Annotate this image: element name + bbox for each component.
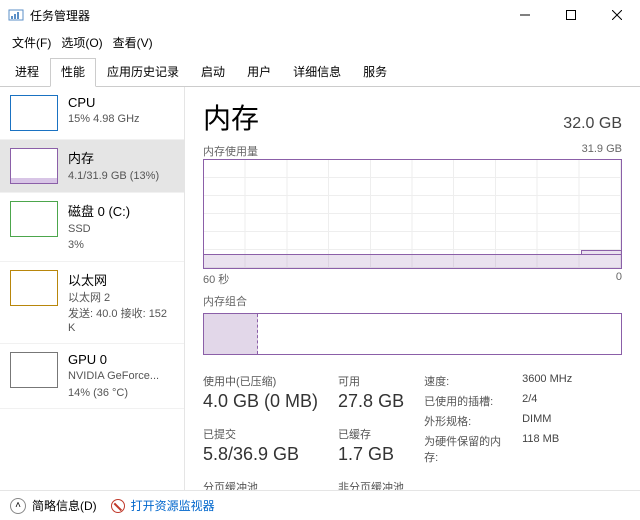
minimize-button[interactable]	[502, 0, 548, 30]
composition-label: 内存组合	[203, 293, 247, 309]
menu-file[interactable]: 文件(F)	[8, 32, 55, 53]
available-label: 可用	[338, 373, 404, 389]
tab-performance[interactable]: 性能	[50, 58, 96, 87]
memory-sub: 4.1/31.9 GB (13%)	[68, 169, 159, 183]
in-use-label: 使用中(已压缩)	[203, 373, 318, 389]
usage-max: 31.9 GB	[582, 143, 622, 159]
gpu-name: GPU 0	[68, 352, 159, 367]
sidebar-item-cpu[interactable]: CPU 15% 4.98 GHz	[0, 87, 184, 140]
main-panel: 内存 32.0 GB 内存使用量 31.9 GB 60 秒 0 内存组合 使用中…	[185, 87, 640, 490]
gpu-thumb	[10, 352, 58, 388]
window-title: 任务管理器	[30, 7, 502, 24]
footer: ˄ 简略信息(D) 打开资源监视器	[0, 490, 640, 520]
tab-startup[interactable]: 启动	[190, 58, 236, 87]
cpu-name: CPU	[68, 95, 140, 110]
axis-left: 60 秒	[203, 271, 229, 287]
committed-label: 已提交	[203, 426, 318, 442]
net-name: 以太网	[68, 270, 174, 289]
slots-value: 2/4	[522, 393, 537, 409]
slots-key: 已使用的插槽:	[424, 393, 514, 409]
cached-value: 1.7 GB	[338, 444, 404, 465]
cpu-thumb	[10, 95, 58, 131]
chevron-up-icon: ˄	[10, 498, 26, 514]
nonpaged-label: 非分页缓冲池	[338, 479, 404, 490]
hardware-details: 速度: 3600 MHz 已使用的插槽: 2/4 外形规格: DIMM 为硬件保留的内…	[424, 373, 572, 490]
speed-key: 速度:	[424, 373, 514, 389]
brief-info-label: 简略信息(D)	[32, 497, 97, 514]
brief-info-toggle[interactable]: ˄ 简略信息(D)	[10, 497, 97, 514]
net-sub1: 以太网 2	[68, 291, 174, 305]
hwreserved-value: 118 MB	[522, 433, 559, 465]
close-button[interactable]	[594, 0, 640, 30]
menubar: 文件(F) 选项(O) 查看(V)	[0, 30, 640, 57]
gpu-sub2: 14% (36 °C)	[68, 386, 159, 400]
sidebar-item-memory[interactable]: 内存 4.1/31.9 GB (13%)	[0, 140, 184, 193]
disk-thumb	[10, 201, 58, 237]
paged-label: 分页缓冲池	[203, 479, 318, 490]
tab-history[interactable]: 应用历史记录	[96, 58, 190, 87]
memory-name: 内存	[68, 148, 159, 167]
in-use-value: 4.0 GB (0 MB)	[203, 391, 318, 412]
cached-label: 已缓存	[338, 426, 404, 442]
memory-composition-chart	[203, 313, 622, 355]
hwreserved-key: 为硬件保留的内存:	[424, 433, 514, 465]
form-value: DIMM	[522, 413, 551, 429]
titlebar: 任务管理器	[0, 0, 640, 30]
disk-sub2: 3%	[68, 238, 130, 252]
tabbar: 进程 性能 应用历史记录 启动 用户 详细信息 服务	[0, 57, 640, 87]
available-value: 27.8 GB	[338, 391, 404, 412]
capacity: 32.0 GB	[563, 115, 622, 133]
axis-right: 0	[616, 271, 622, 287]
maximize-button[interactable]	[548, 0, 594, 30]
memory-usage-chart	[203, 159, 622, 269]
page-title: 内存	[203, 97, 259, 137]
menu-view[interactable]: 查看(V)	[109, 32, 157, 53]
net-sub2: 发送: 40.0 接收: 152 K	[68, 307, 174, 336]
sidebar-item-gpu[interactable]: GPU 0 NVIDIA GeForce... 14% (36 °C)	[0, 344, 184, 409]
menu-options[interactable]: 选项(O)	[57, 32, 106, 53]
disk-name: 磁盘 0 (C:)	[68, 201, 130, 220]
form-key: 外形规格:	[424, 413, 514, 429]
memory-thumb	[10, 148, 58, 184]
sidebar-item-disk[interactable]: 磁盘 0 (C:) SSD 3%	[0, 193, 184, 262]
resource-monitor-label: 打开资源监视器	[131, 497, 215, 514]
tab-details[interactable]: 详细信息	[282, 58, 352, 87]
usage-label: 内存使用量	[203, 143, 258, 159]
resource-monitor-icon	[111, 499, 125, 513]
sidebar-item-ethernet[interactable]: 以太网 以太网 2 发送: 40.0 接收: 152 K	[0, 262, 184, 345]
open-resource-monitor[interactable]: 打开资源监视器	[111, 497, 215, 514]
sidebar: CPU 15% 4.98 GHz 内存 4.1/31.9 GB (13%) 磁盘…	[0, 87, 185, 490]
speed-value: 3600 MHz	[522, 373, 572, 389]
committed-value: 5.8/36.9 GB	[203, 444, 318, 465]
tab-users[interactable]: 用户	[236, 58, 282, 87]
tab-processes[interactable]: 进程	[4, 58, 50, 87]
gpu-sub1: NVIDIA GeForce...	[68, 369, 159, 383]
disk-sub1: SSD	[68, 222, 130, 236]
cpu-sub: 15% 4.98 GHz	[68, 112, 140, 126]
tab-services[interactable]: 服务	[352, 58, 398, 87]
app-icon	[8, 7, 24, 23]
net-thumb	[10, 270, 58, 306]
